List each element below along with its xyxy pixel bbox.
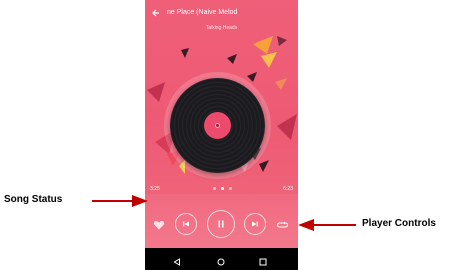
- page-dot[interactable]: [213, 187, 216, 190]
- elapsed-time: 3:25: [150, 186, 160, 192]
- previous-button[interactable]: [175, 213, 197, 235]
- status-bar: [145, 0, 298, 8]
- page-dot-active[interactable]: [221, 187, 224, 190]
- nav-home-icon[interactable]: [216, 254, 226, 266]
- song-title: ne Place (Naive Melod: [167, 9, 238, 16]
- song-status-callout: Song Status: [4, 194, 63, 205]
- phone-screen: ne Place (Naive Melod Talking Heads 3:25: [145, 0, 298, 270]
- skip-previous-icon: [183, 221, 189, 227]
- android-nav-bar: [145, 248, 298, 270]
- nav-recents-icon[interactable]: [258, 254, 268, 266]
- play-pause-button[interactable]: [207, 210, 235, 238]
- skip-next-icon: [252, 221, 258, 227]
- song-status-arrow: [92, 195, 148, 207]
- page-indicator: [205, 185, 239, 191]
- pause-icon: [218, 220, 224, 228]
- total-time: 6:23: [283, 186, 293, 192]
- page-dot[interactable]: [229, 187, 232, 190]
- next-button[interactable]: [244, 213, 266, 235]
- repeat-icon[interactable]: [276, 218, 289, 230]
- player-controls-callout: Player Controls: [362, 218, 436, 229]
- back-arrow-icon[interactable]: [151, 8, 161, 18]
- player-controls-arrow: [298, 219, 356, 231]
- record-spindle-hole: [215, 123, 220, 128]
- heart-icon[interactable]: [153, 218, 165, 230]
- nav-back-icon[interactable]: [172, 254, 182, 266]
